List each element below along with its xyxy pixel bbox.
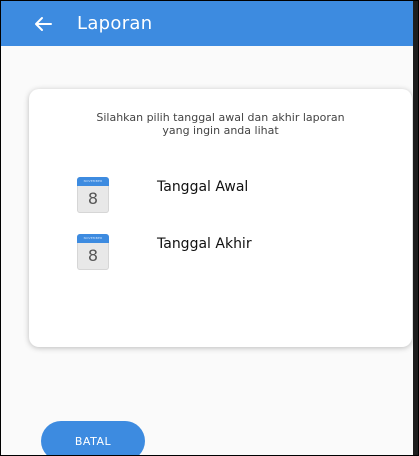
- calendar-icon[interactable]: NOVEMBER 8: [77, 234, 109, 270]
- end-date-row[interactable]: NOVEMBER 8 Tanggal Akhir: [77, 234, 252, 270]
- calendar-month: NOVEMBER: [77, 177, 109, 186]
- calendar-month: NOVEMBER: [77, 234, 109, 243]
- app-bar: Laporan: [1, 1, 418, 46]
- back-button[interactable]: [21, 1, 65, 46]
- edge-strip: [413, 1, 418, 455]
- start-date-row[interactable]: NOVEMBER 8 Tanggal Awal: [77, 177, 248, 213]
- instruction-line-2: yang ingin anda lihat: [162, 124, 279, 137]
- page-title: Laporan: [77, 13, 153, 34]
- app-frame: Laporan Silahkan pilih tanggal awal dan …: [0, 0, 419, 456]
- calendar-day: 8: [87, 189, 99, 208]
- instruction-line-1: Silahkan pilih tanggal awal dan akhir la…: [96, 111, 345, 124]
- arrow-left-icon: [35, 16, 52, 31]
- date-range-card: Silahkan pilih tanggal awal dan akhir la…: [29, 89, 412, 347]
- cancel-button[interactable]: BATAL: [41, 421, 145, 455]
- start-date-label[interactable]: Tanggal Awal: [157, 179, 248, 195]
- end-date-label[interactable]: Tanggal Akhir: [157, 236, 252, 252]
- calendar-icon[interactable]: NOVEMBER 8: [77, 177, 109, 213]
- instruction-text: Silahkan pilih tanggal awal dan akhir la…: [49, 111, 392, 137]
- calendar-day: 8: [87, 246, 99, 265]
